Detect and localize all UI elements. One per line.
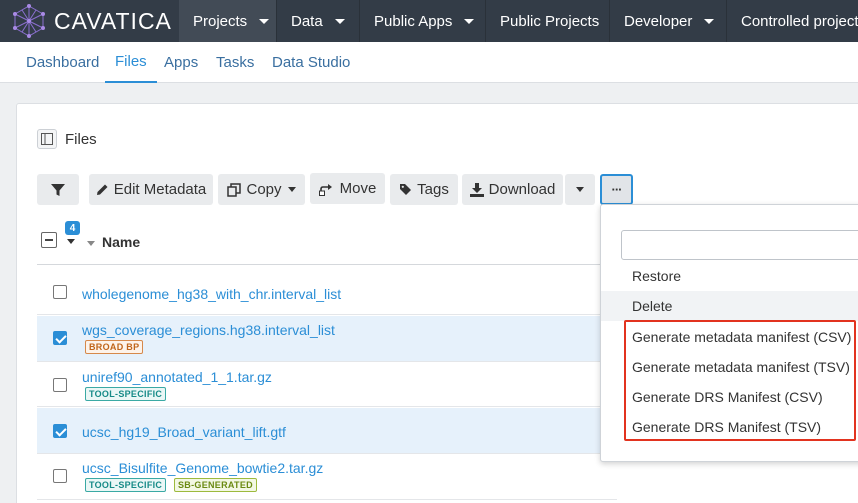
nav-data-label: Data: [291, 12, 323, 30]
files-header: Files: [37, 129, 97, 149]
nav-public-apps[interactable]: Public Apps: [360, 0, 485, 42]
nav-projects-label: Projects: [193, 12, 248, 30]
move-icon: [318, 183, 332, 196]
menu-item-drs-manifest-csv[interactable]: Generate DRS Manifest (CSV): [601, 382, 858, 412]
tab-apps[interactable]: Apps: [164, 42, 198, 83]
chevron-down-icon: [259, 18, 270, 24]
tag-icon: [400, 184, 412, 195]
selected-count-badge: 4: [65, 221, 80, 235]
tags-label: Tags: [417, 181, 449, 198]
chevron-down-icon: [464, 18, 475, 24]
nav-data[interactable]: Data: [277, 0, 359, 42]
file-tag[interactable]: SB-GENERATED: [174, 478, 257, 492]
file-tag[interactable]: TOOL-SPECIFIC: [85, 478, 167, 492]
file-name-link[interactable]: wgs_coverage_regions.hg38.interval_list: [82, 322, 335, 338]
row-checkbox[interactable]: [53, 424, 67, 438]
chevron-down-icon: [576, 187, 584, 192]
filter-button[interactable]: [37, 174, 79, 205]
download-icon: [469, 182, 484, 197]
nav-developer-label: Developer: [624, 12, 693, 30]
menu-search-input[interactable]: [621, 230, 858, 260]
app-name: CAVATICA: [54, 7, 172, 34]
nav-public-apps-label: Public Apps: [374, 12, 453, 30]
select-all-checkbox[interactable]: [41, 232, 57, 248]
chevron-down-icon: [704, 18, 715, 24]
file-name-link[interactable]: ucsc_hg19_Broad_variant_lift.gtf: [82, 424, 286, 440]
edit-metadata-label: Edit Metadata: [113, 181, 207, 198]
download-options-button[interactable]: [565, 174, 595, 205]
menu-item-metadata-manifest-tsv[interactable]: Generate metadata manifest (TSV): [601, 352, 858, 382]
file-tag[interactable]: TOOL-SPECIFIC: [85, 387, 167, 401]
copy-label: Copy: [246, 181, 282, 198]
row-checkbox[interactable]: [53, 469, 67, 483]
menu-item-restore[interactable]: Restore: [601, 268, 858, 284]
sort-desc-icon[interactable]: [87, 241, 95, 246]
more-actions-button[interactable]: ···: [600, 174, 633, 205]
nav-controlled-projects[interactable]: Controlled projects: [727, 0, 858, 42]
nav-projects[interactable]: Projects: [179, 0, 276, 42]
top-navbar: CAVATICA Projects Data Public Apps Publi…: [0, 0, 858, 42]
cavatica-logo[interactable]: CAVATICA: [10, 0, 172, 42]
download-button[interactable]: Download: [462, 174, 563, 205]
tab-tasks[interactable]: Tasks: [216, 42, 254, 83]
nav-public-projects[interactable]: Public Projects: [486, 0, 609, 42]
row-checkbox[interactable]: [53, 378, 67, 392]
move-label: Move: [339, 180, 377, 197]
tab-files[interactable]: Files: [105, 42, 157, 83]
nav-controlled-projects-label: Controlled projects: [741, 12, 858, 30]
table-row[interactable]: uniref90_annotated_1_1.tar.gz TOOL-SPECI…: [37, 363, 617, 407]
menu-item-drs-manifest-tsv[interactable]: Generate DRS Manifest (TSV): [601, 412, 858, 442]
menu-item-delete[interactable]: Delete: [601, 291, 858, 321]
logo-network-icon: [13, 4, 45, 38]
selection-menu-caret[interactable]: [67, 239, 75, 244]
download-label: Download: [488, 181, 556, 198]
tab-dashboard[interactable]: Dashboard: [26, 42, 99, 83]
file-name-link[interactable]: ucsc_Bisulfite_Genome_bowtie2.tar.gz: [82, 460, 323, 476]
table-header: 4 Name: [37, 221, 617, 265]
files-title: Files: [65, 130, 97, 148]
tags-button[interactable]: Tags: [390, 174, 458, 205]
nav-developer[interactable]: Developer: [610, 0, 726, 42]
chevron-down-icon: [334, 18, 345, 24]
file-name-link[interactable]: wholegenome_hg38_with_chr.interval_list: [82, 286, 341, 302]
file-name-link[interactable]: uniref90_annotated_1_1.tar.gz: [82, 369, 272, 385]
project-tabs: Dashboard Files Apps Tasks Data Studio: [0, 42, 858, 83]
row-checkbox[interactable]: [53, 331, 67, 345]
filter-icon: [51, 183, 65, 196]
pencil-icon: [96, 184, 108, 195]
chevron-down-icon: [287, 187, 296, 192]
ellipsis-icon: ···: [611, 182, 623, 197]
more-actions-menu: Restore Delete Generate metadata manifes…: [600, 204, 858, 462]
nav-public-projects-label: Public Projects: [500, 12, 600, 30]
menu-item-metadata-manifest-csv[interactable]: Generate metadata manifest (CSV): [601, 322, 858, 352]
move-button[interactable]: Move: [310, 173, 385, 204]
row-checkbox[interactable]: [53, 285, 67, 299]
table-row[interactable]: wgs_coverage_regions.hg38.interval_list …: [37, 316, 617, 362]
copy-icon: [227, 182, 242, 197]
name-column-header[interactable]: Name: [102, 234, 140, 250]
table-row[interactable]: wholegenome_hg38_with_chr.interval_list: [37, 275, 617, 315]
edit-metadata-button[interactable]: Edit Metadata: [89, 174, 213, 205]
table-row[interactable]: ucsc_hg19_Broad_variant_lift.gtf: [37, 408, 617, 454]
sidebar-toggle-icon[interactable]: [37, 129, 57, 149]
tab-data-studio[interactable]: Data Studio: [272, 42, 350, 83]
table-row[interactable]: ucsc_Bisulfite_Genome_bowtie2.tar.gz TOO…: [37, 455, 617, 500]
copy-button[interactable]: Copy: [218, 174, 305, 205]
file-tag[interactable]: BROAD BP: [85, 340, 144, 354]
